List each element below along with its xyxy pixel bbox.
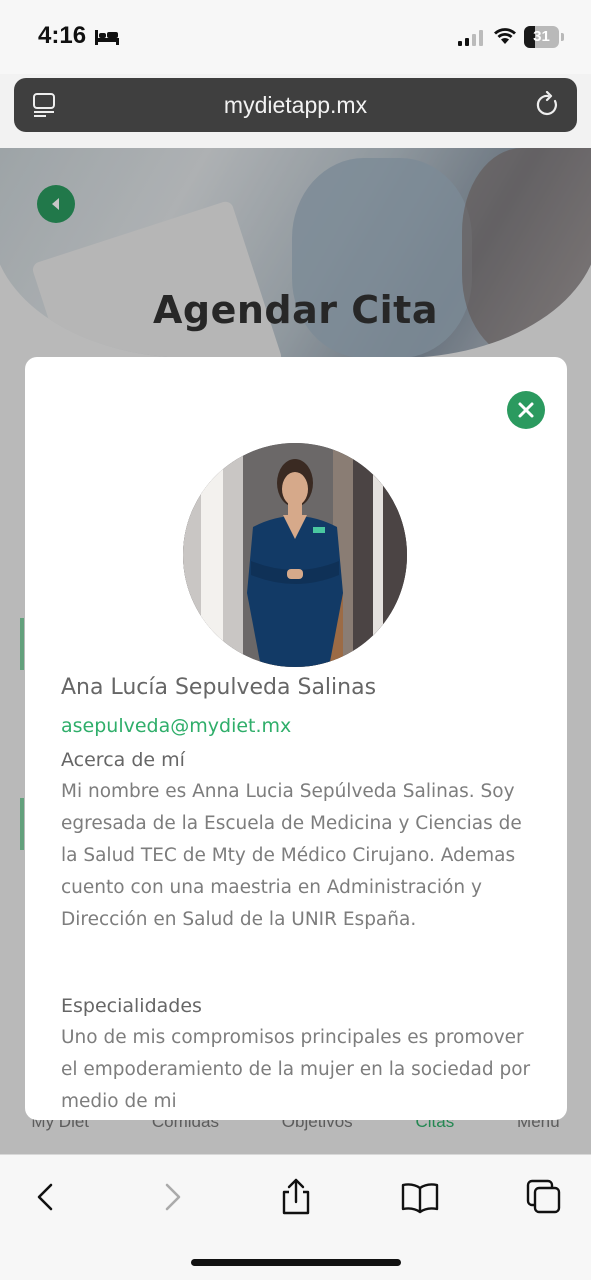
close-icon [518, 402, 534, 418]
about-text: Mi nombre es Anna Lucia Sepúlveda Salina… [61, 781, 522, 930]
doctor-name: Ana Lucía Sepulveda Salinas [61, 675, 377, 700]
page-menu-icon[interactable] [32, 92, 58, 118]
back-arrow-icon[interactable] [26, 1177, 66, 1217]
book-icon[interactable] [400, 1177, 440, 1217]
specialties-text: Uno de mis compromisos principales es pr… [61, 1027, 531, 1112]
share-icon[interactable] [276, 1177, 316, 1217]
forward-arrow-icon[interactable] [152, 1177, 192, 1217]
status-time: 4:16 [38, 22, 87, 49]
tabs-icon[interactable] [524, 1177, 564, 1217]
specialties-heading: Especialidades [61, 995, 202, 1017]
doctor-profile-modal: Ana Lucía Sepulveda Salinas asepulveda@m… [25, 357, 567, 1120]
about-heading: Acerca de mí [61, 749, 185, 771]
address-bar[interactable]: mydietapp.mx [14, 78, 577, 132]
battery-level: 31 [533, 28, 550, 45]
battery-indicator: 31 [524, 26, 564, 48]
status-bar: 4:16 31 [0, 0, 591, 74]
wifi-icon [494, 28, 516, 44]
close-button[interactable] [507, 391, 545, 429]
reload-icon[interactable] [535, 91, 561, 119]
home-indicator [191, 1259, 401, 1266]
signal-icon [458, 30, 483, 46]
doctor-email[interactable]: asepulveda@mydiet.mx [61, 715, 541, 737]
bed-icon [95, 30, 119, 45]
doctor-photo [183, 443, 407, 667]
url-text[interactable]: mydietapp.mx [74, 78, 517, 132]
